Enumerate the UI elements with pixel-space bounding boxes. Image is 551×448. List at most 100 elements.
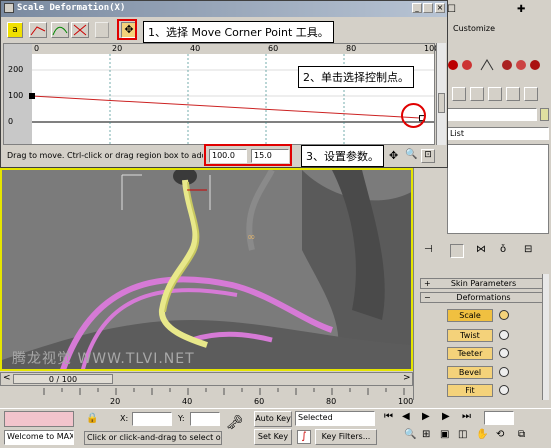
- current-frame-field[interactable]: [484, 411, 514, 425]
- bevel-button[interactable]: Bevel: [447, 366, 493, 379]
- goto-end-icon[interactable]: ⏭: [462, 411, 471, 422]
- fov-icon[interactable]: ◫: [458, 429, 467, 440]
- track-tick-label: 20: [110, 397, 120, 406]
- fit-toggle-icon[interactable]: [499, 385, 509, 395]
- viewport-nav-controls: 🔍 ⊞ ▣ ◫ ✋ ⟲ ⧉: [400, 429, 548, 445]
- show-result-toggle[interactable]: [450, 244, 464, 258]
- prev-frame-icon[interactable]: ◀: [402, 411, 410, 422]
- svg-text:∞: ∞: [247, 232, 255, 243]
- pan-icon[interactable]: ✥: [389, 149, 398, 162]
- deformation-graph[interactable]: [4, 44, 434, 144]
- pan-nav-icon[interactable]: ✋: [476, 429, 488, 440]
- modifier-list-dropdown[interactable]: List: [447, 127, 549, 140]
- x-label: X:: [120, 414, 129, 423]
- scale-toggle-icon[interactable]: [499, 310, 509, 320]
- track-tick-label: 80: [326, 397, 336, 406]
- track-bar-left: [0, 386, 40, 408]
- track-tick-label: 60: [254, 397, 264, 406]
- maximize-button[interactable]: [423, 3, 433, 13]
- twist-button[interactable]: Twist: [447, 329, 493, 342]
- annotation-box-toolbar: [117, 19, 137, 40]
- time-slider-next-icon[interactable]: >: [403, 373, 411, 383]
- bevel-toggle-icon[interactable]: [499, 367, 509, 377]
- ruler-tick-label: 40: [190, 44, 201, 53]
- separator-icon: [95, 22, 109, 38]
- teeter-button[interactable]: Teeter: [447, 347, 493, 360]
- curve-icon[interactable]: [51, 22, 69, 38]
- panel-scrollbar[interactable]: [542, 274, 549, 400]
- stack-tool-row: ⊣ ⋈ ǒ ⊟: [420, 244, 548, 258]
- x-coordinate-field[interactable]: [132, 412, 172, 426]
- annotation-step3: 3、设置参数。: [301, 145, 384, 167]
- prompt-line: Click or click-and-drag to select objec: [84, 431, 222, 445]
- y-coordinate-field[interactable]: [190, 412, 220, 426]
- y-tick-label: 200: [8, 65, 24, 74]
- maximize-viewport-icon[interactable]: ⧉: [518, 429, 525, 440]
- time-slider-prev-icon[interactable]: <: [3, 373, 11, 383]
- y-axis-labels: 200 100 0: [4, 44, 32, 144]
- lock-selection-icon[interactable]: 🔒: [86, 413, 98, 424]
- configure-sets-icon[interactable]: [524, 87, 538, 101]
- time-slider[interactable]: < 0 / 100 >: [0, 372, 413, 386]
- graph-vertical-scrollbar[interactable]: [436, 43, 446, 145]
- frame-label: 0 / 100: [48, 375, 78, 384]
- remove-icon[interactable]: ǒ: [500, 244, 506, 255]
- pin-stack-icon[interactable]: [452, 87, 466, 101]
- set-key-icon[interactable]: ∫: [297, 430, 311, 444]
- minimize-button[interactable]: _: [412, 3, 422, 13]
- next-frame-icon[interactable]: ▶: [442, 411, 450, 422]
- track-bar[interactable]: 20 40 60 80 100: [40, 386, 413, 408]
- time-slider-thumb[interactable]: 0 / 100: [13, 374, 113, 384]
- object-name-field[interactable]: [447, 108, 537, 121]
- delete-icon[interactable]: [71, 22, 89, 38]
- make-unique-icon[interactable]: [488, 87, 502, 101]
- ruler-tick-label: 60: [268, 44, 279, 53]
- select-icon[interactable]: ☐: [447, 4, 456, 15]
- graph-area[interactable]: 0 20 40 60 80 100 200 100 0: [3, 43, 439, 145]
- ruler-tick-label: 20: [112, 44, 123, 53]
- close-button[interactable]: ×: [435, 3, 445, 13]
- playback-controls: ⏮ ◀ ▶ ▶ ⏭: [384, 411, 544, 427]
- rollout-deformations[interactable]: − Deformations: [420, 292, 547, 303]
- zoom-extents-icon[interactable]: ⊡: [421, 149, 435, 163]
- customize-menu[interactable]: Customize: [453, 24, 495, 33]
- dialog-title-bar[interactable]: Scale Deformation(X) _ ×: [1, 1, 447, 17]
- axis-x-icon[interactable]: a: [7, 22, 23, 38]
- auto-key-button[interactable]: Auto Key: [254, 411, 292, 427]
- goto-start-icon[interactable]: ⏮: [384, 411, 393, 422]
- maxscript-listener-pink[interactable]: [4, 411, 74, 427]
- remove-modifier-icon[interactable]: [506, 87, 520, 101]
- zoom-extents-nav-icon[interactable]: ▣: [440, 429, 449, 440]
- track-tick-label: 40: [182, 397, 192, 406]
- track-bar-ruler: 20 40 60 80 100: [43, 388, 413, 406]
- bottom-bar: Welcome to MAX! 🔒 X: Y: 🗝 Click or click…: [0, 408, 551, 448]
- scrollbar-thumb[interactable]: [438, 93, 445, 113]
- modifier-list-label: List: [450, 129, 464, 138]
- zoom-icon[interactable]: 🔍: [405, 149, 417, 160]
- ruler-labels: 0 20 40 60 80 100: [4, 44, 439, 54]
- show-end-result-icon[interactable]: [470, 87, 484, 101]
- configure-icon[interactable]: ⊟: [524, 244, 532, 255]
- object-color-swatch[interactable]: [540, 108, 549, 121]
- make-unique-icon-2[interactable]: ⋈: [476, 244, 486, 255]
- annotation-circle-point: [401, 103, 426, 128]
- selection-set-dropdown[interactable]: Selected: [295, 411, 375, 426]
- set-key-button[interactable]: Set Key: [254, 429, 292, 445]
- scale-button[interactable]: Scale: [447, 309, 493, 322]
- play-icon[interactable]: ▶: [422, 411, 430, 422]
- zoom-all-icon[interactable]: ⊞: [422, 429, 430, 440]
- y-tick-label: 100: [8, 91, 24, 100]
- fit-button[interactable]: Fit: [447, 384, 493, 397]
- arc-rotate-icon[interactable]: ⟲: [496, 429, 504, 440]
- teeter-toggle-icon[interactable]: [499, 348, 509, 358]
- create-icon[interactable]: ✚: [517, 4, 525, 15]
- key-filters-button[interactable]: Key Filters...: [315, 429, 377, 445]
- viewport[interactable]: ∞ 腾龙视觉 WWW.TLVI.NET: [0, 168, 413, 371]
- zoom-nav-icon[interactable]: 🔍: [404, 429, 416, 440]
- key-icon[interactable]: 🗝: [226, 415, 244, 431]
- curve-lock-icon[interactable]: [29, 22, 47, 38]
- pin-icon[interactable]: ⊣: [424, 244, 433, 255]
- rollout-skin-parameters[interactable]: + Skin Parameters: [420, 278, 547, 289]
- twist-toggle-icon[interactable]: [499, 330, 509, 340]
- maxscript-input[interactable]: Welcome to MAX!: [4, 430, 74, 445]
